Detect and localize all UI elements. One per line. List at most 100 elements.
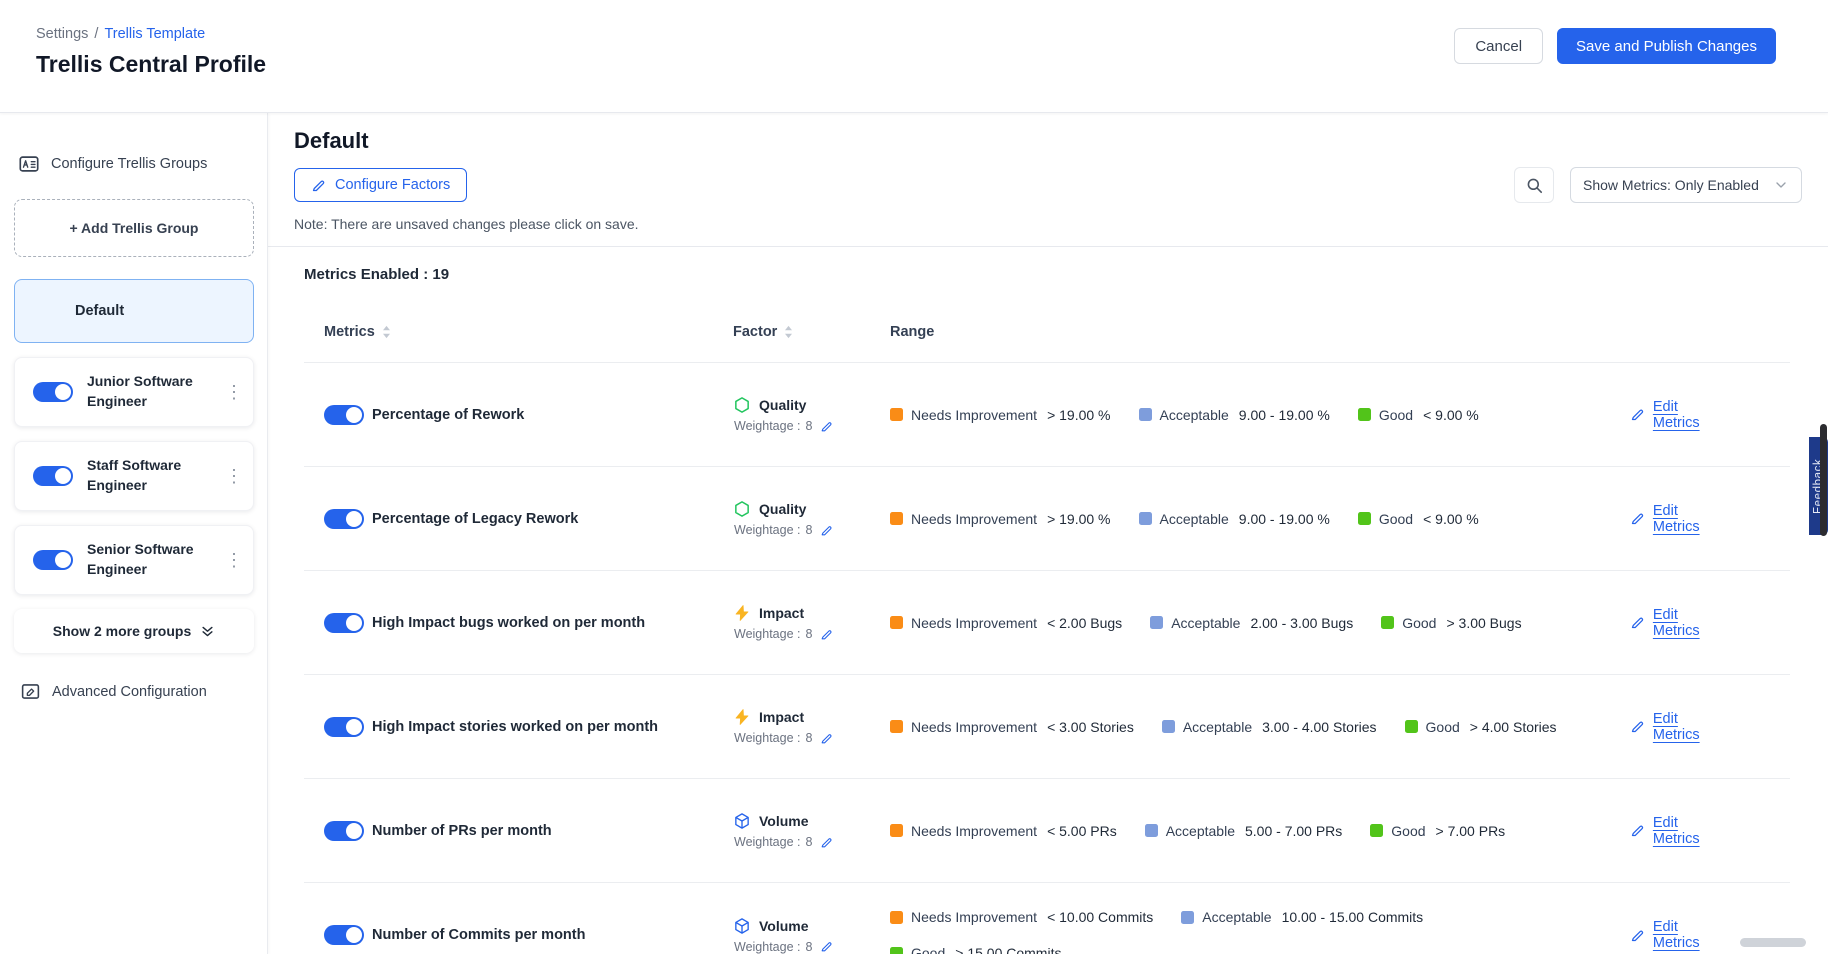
advanced-configuration-icon (20, 681, 41, 702)
search-button[interactable] (1514, 167, 1554, 203)
group-card-junior-software-engineer[interactable]: Junior Software Engineer ⋮ (14, 357, 254, 427)
factor-cell: Volume Weightage : 8 (733, 917, 890, 954)
range-color-swatch (890, 947, 903, 954)
group-card-default[interactable]: Default (14, 279, 254, 343)
show-more-groups-button[interactable]: Show 2 more groups (14, 609, 254, 653)
group-card-staff-software-engineer[interactable]: Staff Software Engineer ⋮ (14, 441, 254, 511)
weightage-value: 8 (805, 627, 812, 641)
group-name: Default (75, 303, 124, 319)
range-needs-improvement: Needs Improvement > 19.00 % (890, 511, 1111, 527)
vertical-scrollbar-thumb[interactable] (1820, 424, 1827, 536)
horizontal-scrollbar-thumb[interactable] (1740, 938, 1806, 947)
range-acceptable: Acceptable 9.00 - 19.00 % (1139, 511, 1330, 527)
column-header-factor[interactable]: Factor (733, 324, 890, 340)
edit-weightage-icon[interactable] (820, 628, 833, 641)
volume-cube-icon (733, 812, 751, 830)
edit-metrics-button[interactable]: Edit Metrics (1630, 919, 1728, 951)
metric-toggle[interactable] (324, 613, 364, 633)
group-toggle[interactable] (33, 466, 73, 486)
group-name: Staff Software Engineer (87, 456, 211, 495)
edit-metrics-button[interactable]: Edit Metrics (1630, 711, 1728, 743)
edit-weightage-icon[interactable] (820, 420, 833, 433)
group-toggle[interactable] (33, 382, 73, 402)
configure-factors-label: Configure Factors (335, 177, 450, 193)
show-metrics-filter-value: Show Metrics: Only Enabled (1583, 177, 1759, 193)
sort-icon[interactable] (382, 325, 391, 339)
sort-icon[interactable] (784, 325, 793, 339)
column-header-metrics[interactable]: Metrics (324, 324, 733, 340)
range-label: Good (1426, 719, 1460, 735)
edit-metrics-label: Edit Metrics (1653, 503, 1728, 535)
metric-toggle[interactable] (324, 405, 364, 425)
range-value: < 5.00 PRs (1047, 823, 1117, 839)
metric-row: Number of Commits per month Volume Weigh… (304, 883, 1790, 954)
kebab-menu-icon[interactable]: ⋮ (225, 551, 243, 569)
show-more-label: Show 2 more groups (53, 623, 191, 639)
range-value: < 9.00 % (1423, 407, 1479, 423)
show-metrics-filter-dropdown[interactable]: Show Metrics: Only Enabled (1570, 167, 1802, 203)
edit-metrics-button[interactable]: Edit Metrics (1630, 607, 1728, 639)
range-needs-improvement: Needs Improvement < 5.00 PRs (890, 823, 1117, 839)
header-left: Settings / Trellis Template Trellis Cent… (36, 26, 266, 78)
pencil-icon (1630, 407, 1645, 422)
range-acceptable: Acceptable 5.00 - 7.00 PRs (1145, 823, 1343, 839)
edit-metrics-button[interactable]: Edit Metrics (1630, 815, 1728, 847)
metric-row: Percentage of Rework Quality Weightage :… (304, 363, 1790, 467)
edit-weightage-icon[interactable] (820, 732, 833, 745)
column-label: Range (890, 324, 934, 340)
metric-row: Percentage of Legacy Rework Quality Weig… (304, 467, 1790, 571)
range-good: Good > 15.00 Commits (890, 945, 1061, 954)
metric-name: Number of PRs per month (372, 823, 733, 839)
weightage-label: Weightage : (734, 523, 800, 537)
range-acceptable: Acceptable 10.00 - 15.00 Commits (1181, 909, 1423, 925)
breadcrumb-settings[interactable]: Settings (36, 26, 88, 42)
factor-cell: Quality Weightage : 8 (733, 396, 890, 433)
kebab-menu-icon[interactable]: ⋮ (225, 383, 243, 401)
group-toggle[interactable] (33, 550, 73, 570)
configure-factors-button[interactable]: Configure Factors (294, 168, 467, 202)
edit-metrics-button[interactable]: Edit Metrics (1630, 503, 1728, 535)
add-trellis-group-button[interactable]: + Add Trellis Group (14, 199, 254, 257)
range-value: 9.00 - 19.00 % (1239, 511, 1330, 527)
kebab-menu-icon[interactable]: ⋮ (225, 467, 243, 485)
breadcrumb-trellis-template[interactable]: Trellis Template (104, 26, 205, 42)
range-color-swatch (1181, 911, 1194, 924)
metric-toggle[interactable] (324, 821, 364, 841)
edit-weightage-icon[interactable] (820, 836, 833, 849)
range-color-swatch (1370, 824, 1383, 837)
metric-toggle[interactable] (324, 717, 364, 737)
cancel-button[interactable]: Cancel (1454, 28, 1543, 64)
metric-toggle[interactable] (324, 509, 364, 529)
metric-row: Number of PRs per month Volume Weightage… (304, 779, 1790, 883)
range-color-swatch (890, 408, 903, 421)
edit-weightage-icon[interactable] (820, 940, 833, 953)
range-good: Good > 7.00 PRs (1370, 823, 1505, 839)
edit-weightage-icon[interactable] (820, 524, 833, 537)
weightage-label: Weightage : (734, 419, 800, 433)
factor-cell: Volume Weightage : 8 (733, 812, 890, 849)
weightage-label: Weightage : (734, 731, 800, 745)
range-label: Good (1391, 823, 1425, 839)
range-color-swatch (1381, 616, 1394, 629)
quality-hexagon-icon (733, 500, 751, 518)
advanced-configuration-link[interactable]: Advanced Configuration (14, 681, 253, 702)
range-value: 3.00 - 4.00 Stories (1262, 719, 1376, 735)
range-value: > 3.00 Bugs (1446, 615, 1521, 631)
pencil-icon (1630, 615, 1645, 630)
range-good: Good < 9.00 % (1358, 407, 1479, 423)
group-card-senior-software-engineer[interactable]: Senior Software Engineer ⋮ (14, 525, 254, 595)
range-value: > 19.00 % (1047, 511, 1110, 527)
range-label: Needs Improvement (911, 823, 1037, 839)
metric-toggle[interactable] (324, 925, 364, 945)
column-label: Metrics (324, 324, 375, 340)
save-and-publish-button[interactable]: Save and Publish Changes (1557, 28, 1776, 64)
range-value: > 15.00 Commits (955, 945, 1061, 954)
edit-metrics-button[interactable]: Edit Metrics (1630, 399, 1728, 431)
range-color-swatch (890, 720, 903, 733)
range-color-swatch (1145, 824, 1158, 837)
factor-name: Volume (759, 813, 809, 829)
range-good: Good < 9.00 % (1358, 511, 1479, 527)
range-cell: Needs Improvement < 2.00 Bugs Acceptable… (890, 615, 1630, 631)
factor-name: Impact (759, 709, 804, 725)
pencil-icon (1630, 928, 1645, 943)
